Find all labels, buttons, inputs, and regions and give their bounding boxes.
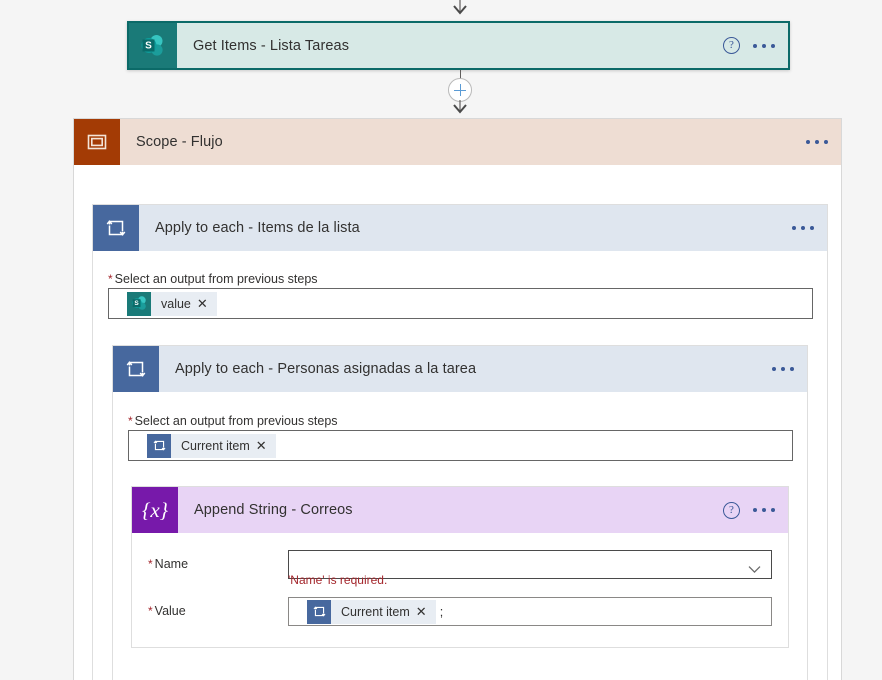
remove-token-icon[interactable]: ✕	[197, 297, 217, 310]
action-card-get-items[interactable]: S Get Items - Lista Tareas ?	[127, 21, 790, 70]
connector-arrow-to-scope	[450, 100, 470, 114]
token-current-item[interactable]: Current item ✕	[147, 433, 276, 458]
get-items-header-actions: ?	[723, 23, 778, 68]
append-value-input[interactable]: Current item ✕ ;	[288, 597, 772, 626]
svg-text:S: S	[134, 300, 139, 307]
token-current-item[interactable]: Current item ✕	[307, 599, 436, 624]
ate-outer-field-label-text: Select an output from previous steps	[114, 272, 318, 286]
append-string-header-actions: ?	[723, 487, 778, 533]
more-options-icon[interactable]	[789, 222, 817, 234]
append-value-content: Current item ✕ ;	[289, 599, 771, 624]
append-name-label-text: Name	[154, 557, 189, 571]
scope-header-actions	[803, 119, 831, 165]
append-name-error: 'Name' is required.	[288, 573, 388, 587]
get-items-header[interactable]: S Get Items - Lista Tareas ?	[129, 23, 788, 68]
required-marker: *	[108, 272, 113, 286]
append-name-label: * Name	[148, 550, 288, 571]
remove-token-icon[interactable]: ✕	[416, 605, 436, 618]
more-options-icon[interactable]	[803, 136, 831, 148]
append-name-row: * Name	[148, 550, 772, 579]
more-options-icon[interactable]	[750, 40, 778, 52]
required-marker: *	[148, 557, 153, 571]
append-value-row: * Value Current item ✕ ;	[148, 597, 772, 626]
token-value[interactable]: S value ✕	[127, 291, 217, 316]
apply-to-each-inner-header-actions	[769, 346, 797, 392]
variable-icon: {x}	[132, 487, 178, 533]
append-value-label-text: Value	[154, 604, 186, 618]
append-value-label: * Value	[148, 597, 288, 618]
scope-icon	[74, 119, 120, 165]
apply-to-each-outer-header[interactable]: Apply to each - Items de la lista	[93, 205, 827, 251]
loop-icon	[147, 433, 171, 458]
apply-to-each-outer-title: Apply to each - Items de la lista	[155, 220, 360, 236]
more-options-icon[interactable]	[750, 504, 778, 516]
get-items-title: Get Items - Lista Tareas	[193, 37, 350, 54]
ate-outer-output-input[interactable]: S value ✕	[108, 288, 813, 319]
remove-token-icon[interactable]: ✕	[256, 439, 276, 452]
scope-title: Scope - Flujo	[136, 134, 223, 150]
required-marker: *	[128, 414, 133, 428]
svg-text:S: S	[145, 40, 152, 51]
scope-header[interactable]: Scope - Flujo	[74, 119, 841, 165]
append-value-trailing-text: ;	[439, 604, 444, 619]
flow-designer-canvas: S Get Items - Lista Tareas ? Scope - Flu…	[0, 0, 882, 680]
ate-inner-field-label-text: Select an output from previous steps	[134, 414, 338, 428]
svg-text:{x}: {x}	[142, 498, 169, 522]
loop-icon	[93, 205, 139, 251]
more-options-icon[interactable]	[769, 363, 797, 375]
append-string-header[interactable]: {x} Append String - Correos ?	[132, 487, 788, 533]
apply-to-each-inner-title: Apply to each - Personas asignadas a la …	[175, 361, 477, 377]
loop-icon	[113, 346, 159, 392]
apply-to-each-outer-header-actions	[789, 205, 817, 251]
token-label: value	[161, 296, 191, 311]
help-icon[interactable]: ?	[723, 501, 740, 519]
token-label: Current item	[341, 604, 410, 619]
required-marker: *	[148, 604, 153, 618]
sharepoint-icon: S	[127, 291, 151, 316]
add-step-button[interactable]	[448, 78, 472, 102]
sharepoint-icon: S	[129, 23, 177, 68]
chevron-down-icon[interactable]	[748, 560, 761, 573]
token-label: Current item	[181, 438, 250, 453]
ate-inner-output-input[interactable]: Current item ✕	[128, 430, 793, 461]
ate-outer-field-label: * Select an output from previous steps	[108, 272, 318, 286]
help-icon[interactable]: ?	[723, 37, 740, 54]
connector-arrow-top	[450, 0, 470, 15]
apply-to-each-inner-header[interactable]: Apply to each - Personas asignadas a la …	[113, 346, 807, 392]
loop-icon	[307, 599, 331, 624]
ate-inner-field-label: * Select an output from previous steps	[128, 414, 338, 428]
append-string-title: Append String - Correos	[194, 502, 353, 518]
